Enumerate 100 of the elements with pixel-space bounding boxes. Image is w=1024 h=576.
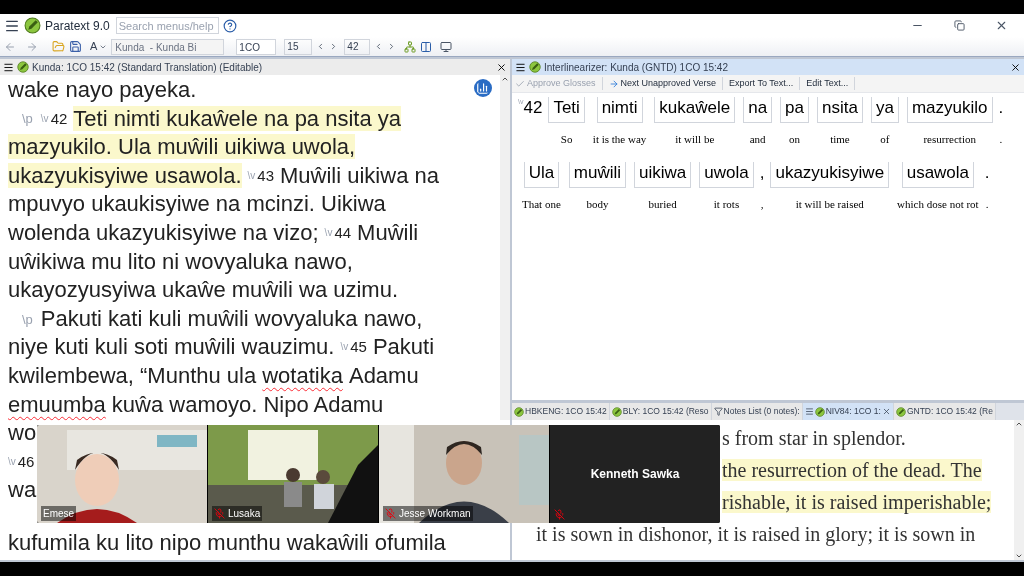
project-dropdown[interactable]: Kunda - Kunda Bi xyxy=(111,38,225,55)
punctuation: . xyxy=(998,97,1004,119)
scripture-text: Muŵili uikiwa na xyxy=(280,162,439,188)
chapter-field[interactable]: 15 xyxy=(284,38,313,55)
resource-tab[interactable]: Notes List (0 notes): xyxy=(711,403,803,420)
source-word[interactable]: uikiwa xyxy=(634,161,692,188)
scroll-up-icon[interactable] xyxy=(501,75,509,83)
gloss[interactable]: which dose not rot xyxy=(897,195,979,212)
pencil-logo-icon xyxy=(24,17,41,34)
paragraph-marker: \p xyxy=(22,311,33,327)
book-dropdown[interactable]: 1CO xyxy=(236,38,277,55)
gloss[interactable]: So xyxy=(560,131,573,148)
source-word[interactable]: Teti xyxy=(548,97,585,123)
source-word[interactable]: pa xyxy=(780,97,810,123)
close-icon[interactable] xyxy=(1010,61,1021,73)
paragraph-marker: \p xyxy=(22,111,33,127)
gloss[interactable]: on xyxy=(789,131,801,148)
scripture-text: kuŵa wamoyo. Nipo Adamu xyxy=(111,391,384,417)
verse-number: 46 xyxy=(17,452,35,470)
resource-tab[interactable]: GNTD: 1CO 15:42 (Re xyxy=(893,403,996,420)
gloss: . xyxy=(985,196,989,212)
scripture-text: Teti nimti kukaŵele na pa nsita ya xyxy=(73,105,402,131)
scripture-text: wolenda ukazyukisyiwe na vizo; xyxy=(8,219,319,245)
search-field[interactable]: Search menus/help xyxy=(115,17,219,34)
scripture-text: Pakuti kati kuli muŵili wovyaluka nawo, xyxy=(40,305,423,331)
source-word[interactable]: Ula xyxy=(523,161,560,188)
gloss[interactable]: it rots xyxy=(713,195,740,212)
gloss[interactable]: time xyxy=(830,131,850,148)
pencil-logo-icon xyxy=(895,406,906,417)
source-word[interactable]: usawola xyxy=(901,161,975,188)
scripture-text: mazyukilo. Ula muŵili uikiwa uwola, xyxy=(8,134,356,160)
verse-marker: \v xyxy=(340,341,349,353)
close-icon[interactable] xyxy=(496,61,507,73)
resource-text: it is sown in dishonor, it is raised in glory; it is sown in xyxy=(536,523,976,545)
source-word[interactable]: muŵili xyxy=(568,161,627,188)
toolbar-button[interactable]: Next Unapproved Verse xyxy=(608,76,724,91)
toolbar-button[interactable]: Edit Text... xyxy=(806,76,856,91)
punctuation: . xyxy=(984,161,990,184)
columns-icon[interactable] xyxy=(420,40,433,53)
pencil-logo-icon xyxy=(529,61,541,73)
scripture-text: wake nayo payeka. xyxy=(8,77,197,102)
pencil-logo-icon xyxy=(17,61,29,73)
menu-icon[interactable] xyxy=(515,61,526,73)
source-word[interactable]: nimti xyxy=(596,97,643,123)
scripture-text: Pakuti xyxy=(372,334,435,360)
verse-number: 44 xyxy=(334,223,352,241)
scripture-text: kufumila ku lito nipo munthu wakaŵili ofumila xyxy=(8,530,446,556)
punctuation: , xyxy=(759,161,765,184)
pencil-logo-icon xyxy=(514,406,524,417)
font-button[interactable]: A xyxy=(90,38,108,55)
gloss[interactable]: and xyxy=(749,131,766,148)
verse-marker: \v xyxy=(8,455,16,467)
chart-icon[interactable] xyxy=(474,79,492,97)
gloss[interactable]: it is the way xyxy=(592,131,647,148)
source-word[interactable]: kukaŵele xyxy=(654,97,736,123)
resource-tab[interactable]: BLY: 1CO 15:42 (Reso xyxy=(609,403,712,420)
resource-text: the resurrection of the dead. The xyxy=(722,459,982,481)
muted-microphone-icon xyxy=(214,508,225,519)
resource-text: rishable, it is raised imperishable; xyxy=(722,491,992,513)
gloss[interactable]: That one xyxy=(522,195,561,212)
scripture-text: kwilembewa, “Munthu ula xyxy=(8,362,257,388)
source-word[interactable]: ya xyxy=(870,97,899,123)
pencil-logo-icon xyxy=(611,406,622,417)
help-icon[interactable] xyxy=(222,18,237,33)
gloss[interactable]: it will be raised xyxy=(795,195,864,212)
scrollbar[interactable] xyxy=(1014,420,1024,560)
monitor-icon[interactable] xyxy=(440,40,453,53)
gloss[interactable]: resurrection xyxy=(923,131,976,148)
source-word[interactable]: nsita xyxy=(817,97,863,123)
app-title: Paratext 9.0 xyxy=(45,17,110,35)
verse-number: 45 xyxy=(350,338,367,356)
scroll-down-icon[interactable] xyxy=(1015,552,1023,560)
source-word[interactable]: na xyxy=(743,97,773,123)
scroll-up-icon[interactable] xyxy=(1015,420,1023,428)
verse-number: 42 xyxy=(50,109,68,127)
gloss: , xyxy=(760,196,764,212)
menu-icon[interactable] xyxy=(3,61,14,73)
scripture-text: wo xyxy=(8,420,37,446)
muted-microphone-icon xyxy=(385,508,396,519)
scripture-text: wa xyxy=(8,477,37,503)
source-word[interactable]: uwola xyxy=(699,161,754,188)
verse-marker: \v xyxy=(40,112,49,124)
gloss[interactable]: it will be xyxy=(675,131,715,148)
resource-tab[interactable]: HBKENG: 1CO 15:42 xyxy=(512,403,610,420)
scripture-text: uŵikiwa mu lito ni wovyaluka nawo, xyxy=(8,248,353,274)
source-word[interactable]: mazyukilo xyxy=(906,97,993,123)
scrollbar[interactable] xyxy=(500,75,510,420)
close-icon[interactable] xyxy=(995,19,1008,32)
toolbar-button[interactable]: Export To Text... xyxy=(729,76,801,91)
gloss[interactable]: body xyxy=(586,195,609,212)
verse-field[interactable]: 42 xyxy=(344,38,371,55)
gloss[interactable]: buried xyxy=(648,195,677,212)
scripture-text: Adamu xyxy=(348,362,419,388)
scripture-text: mpuvyo ukaukisyiwe na mcinzi. Uikiwa xyxy=(8,191,386,217)
source-word[interactable]: ukazyukisyiwe xyxy=(770,161,890,188)
check-icon xyxy=(515,78,525,89)
gloss[interactable]: of xyxy=(880,131,890,148)
save-icon[interactable] xyxy=(69,40,82,53)
scripture-text: ukazyukisyiwe usawola. xyxy=(8,162,242,188)
restore-icon[interactable] xyxy=(954,20,965,31)
